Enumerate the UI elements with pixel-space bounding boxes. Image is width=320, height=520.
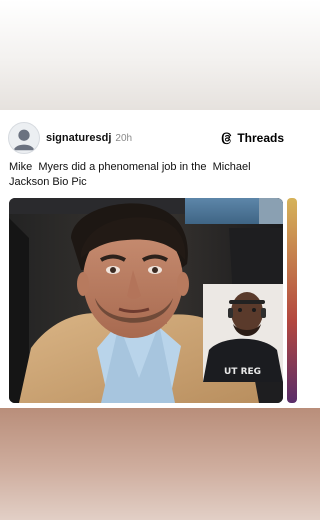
default-profile-icon bbox=[13, 129, 35, 151]
post-video[interactable]: UT REG bbox=[9, 198, 283, 403]
post-text: Mike Myers did a phenomenal job in the M… bbox=[9, 161, 254, 188]
threads-badge[interactable]: Threads bbox=[220, 131, 284, 145]
threads-logo-icon bbox=[220, 131, 234, 145]
post-card: signaturesdj 20h Threads Mike Myers did … bbox=[0, 110, 297, 408]
video-frame-image: UT REG bbox=[9, 198, 283, 403]
avatar[interactable] bbox=[8, 122, 40, 154]
svg-text:UT REG: UT REG bbox=[224, 367, 261, 377]
next-media-peek[interactable] bbox=[287, 198, 297, 403]
username-link[interactable]: signaturesdj bbox=[46, 132, 111, 144]
user-block: signaturesdj 20h bbox=[46, 132, 132, 144]
reaction-overlay: UT REG bbox=[203, 284, 283, 382]
post-header: signaturesdj 20h Threads bbox=[8, 122, 284, 154]
threads-brand-label: Threads bbox=[237, 131, 284, 145]
post-time: 20h bbox=[115, 133, 133, 144]
